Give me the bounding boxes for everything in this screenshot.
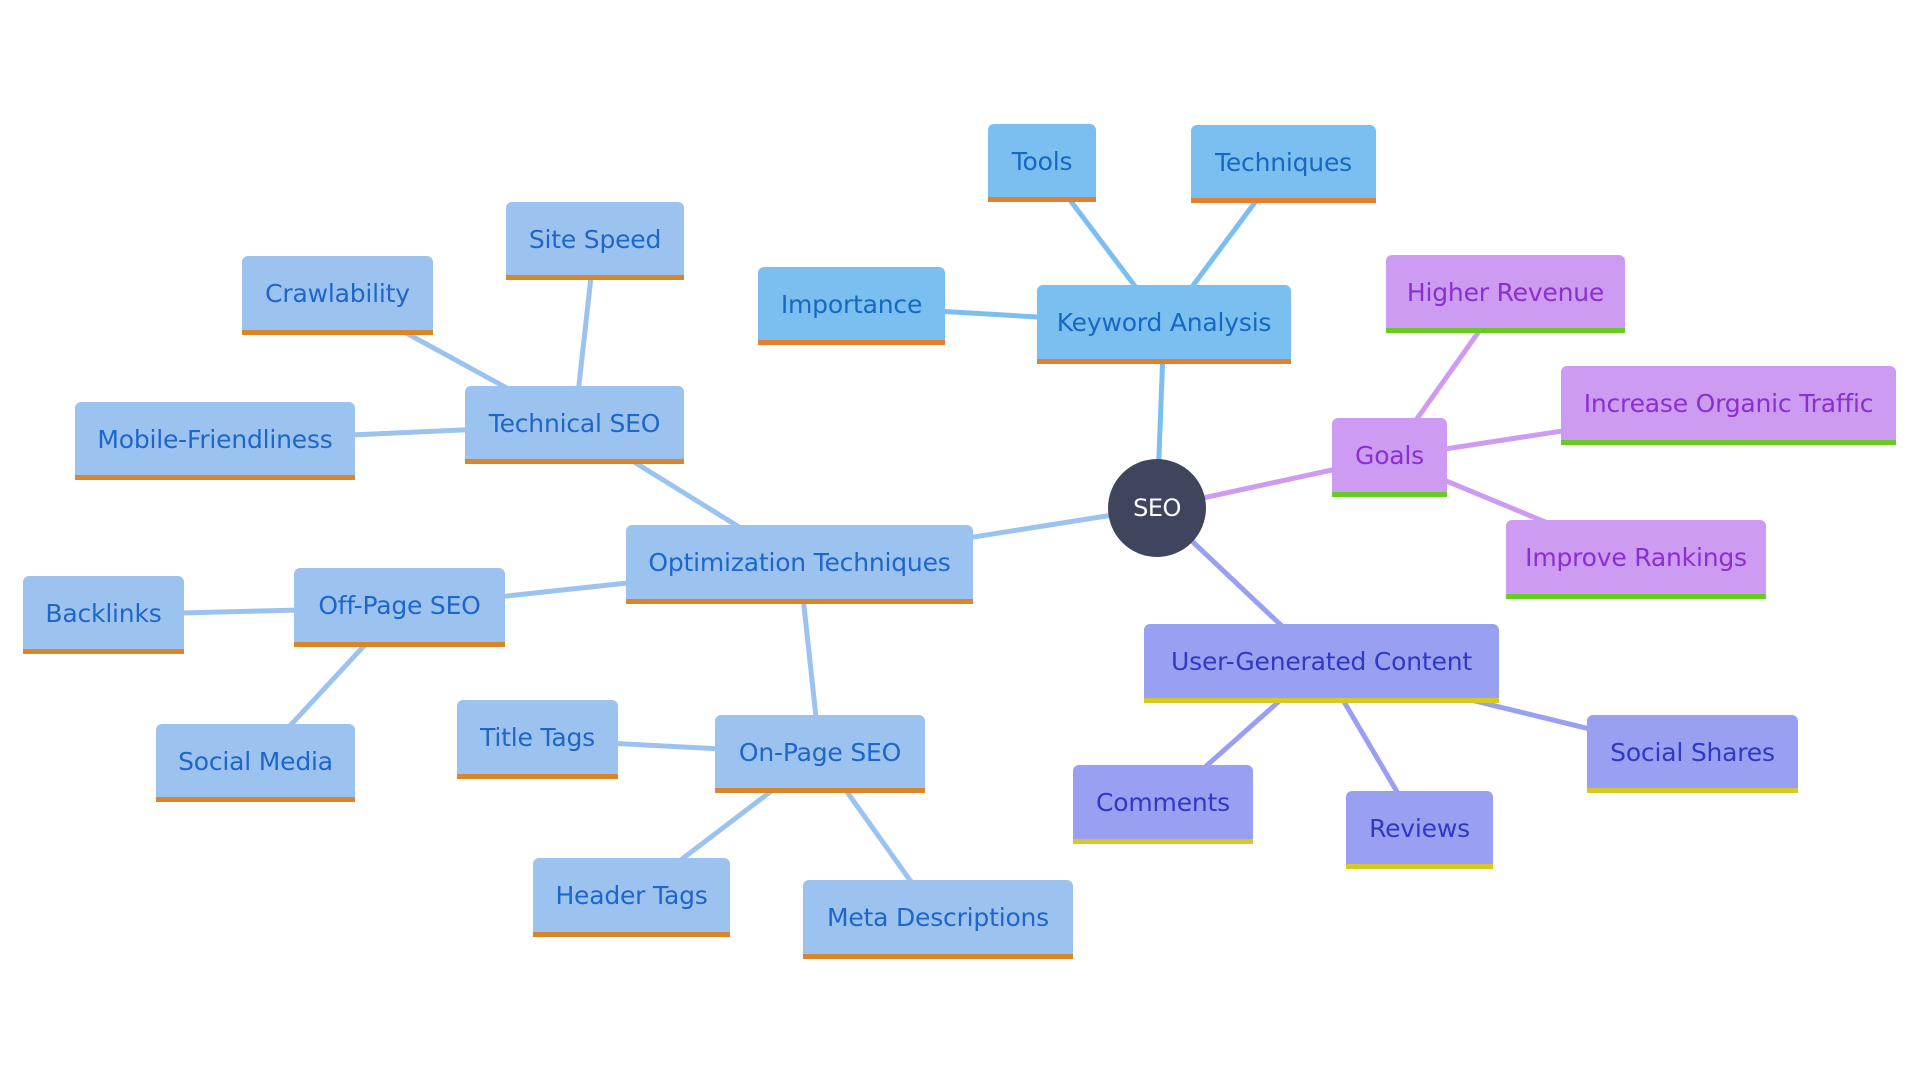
node-social-shares[interactable]: Social Shares xyxy=(1587,715,1798,793)
node-label: Increase Organic Traffic xyxy=(1583,389,1874,418)
node-importance[interactable]: Importance xyxy=(758,267,945,345)
node-meta-descriptions[interactable]: Meta Descriptions xyxy=(803,880,1073,959)
node-technical-seo[interactable]: Technical SEO xyxy=(465,386,684,464)
node-techniques[interactable]: Techniques xyxy=(1191,125,1376,203)
node-site-speed[interactable]: Site Speed xyxy=(506,202,684,280)
node-label: Site Speed xyxy=(528,224,662,254)
node-label: SEO xyxy=(1133,494,1181,522)
node-on-page-seo[interactable]: On-Page SEO xyxy=(715,715,925,793)
node-increase-organic-traffic[interactable]: Increase Organic Traffic xyxy=(1561,366,1896,445)
node-label: Social Media xyxy=(178,746,333,776)
node-label: Crawlability xyxy=(265,279,410,308)
node-goals[interactable]: Goals xyxy=(1332,418,1447,497)
node-seo-root[interactable]: SEO xyxy=(1108,459,1206,557)
node-improve-rankings[interactable]: Improve Rankings xyxy=(1506,520,1766,599)
node-tools[interactable]: Tools xyxy=(988,124,1096,202)
node-comments[interactable]: Comments xyxy=(1073,765,1253,844)
node-keyword-analysis[interactable]: Keyword Analysis xyxy=(1037,285,1291,364)
node-mobile-friendliness[interactable]: Mobile-Friendliness xyxy=(75,402,355,480)
node-label: Header Tags xyxy=(555,881,708,910)
node-label: User-Generated Content xyxy=(1171,647,1472,676)
node-label: On-Page SEO xyxy=(738,737,902,767)
node-label: Backlinks xyxy=(45,598,162,628)
node-label: Keyword Analysis xyxy=(1056,308,1272,337)
node-label: Title Tags xyxy=(480,723,595,752)
node-higher-revenue[interactable]: Higher Revenue xyxy=(1386,255,1625,333)
node-label: Techniques xyxy=(1215,147,1352,177)
node-label: Social Shares xyxy=(1610,737,1775,767)
node-reviews[interactable]: Reviews xyxy=(1346,791,1493,869)
node-label: Improve Rankings xyxy=(1525,543,1747,572)
node-label: Importance xyxy=(780,289,923,319)
node-label: Meta Descriptions xyxy=(826,903,1050,932)
node-off-page-seo[interactable]: Off-Page SEO xyxy=(294,568,505,647)
node-header-tags[interactable]: Header Tags xyxy=(533,858,730,937)
node-user-generated-content[interactable]: User-Generated Content xyxy=(1144,624,1499,703)
node-label: Reviews xyxy=(1369,813,1470,843)
node-title-tags[interactable]: Title Tags xyxy=(457,700,618,779)
node-label: Higher Revenue xyxy=(1406,277,1605,307)
node-label: Off-Page SEO xyxy=(318,591,481,620)
node-optimization-techniques[interactable]: Optimization Techniques xyxy=(626,525,973,604)
node-label: Mobile-Friendliness xyxy=(97,424,333,454)
node-label: Comments xyxy=(1096,788,1230,817)
node-crawlability[interactable]: Crawlability xyxy=(242,256,433,335)
node-label: Tools xyxy=(1011,146,1073,176)
node-label: Optimization Techniques xyxy=(648,548,951,577)
node-label: Goals xyxy=(1355,441,1424,470)
node-label: Technical SEO xyxy=(488,408,661,438)
node-backlinks[interactable]: Backlinks xyxy=(23,576,184,654)
node-social-media[interactable]: Social Media xyxy=(156,724,355,802)
